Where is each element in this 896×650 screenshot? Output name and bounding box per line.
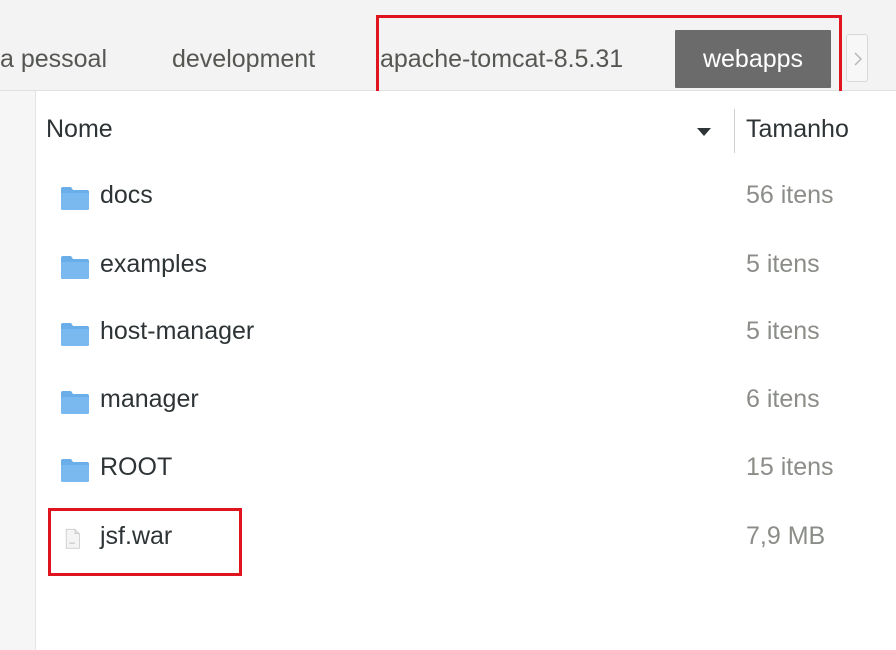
folder-icon [61, 391, 89, 414]
file-row-root[interactable]: ROOT 15 itens [36, 435, 896, 503]
folder-icon [61, 323, 89, 346]
sidebar-item-fragment[interactable] [0, 531, 10, 561]
folder-icon [61, 459, 89, 482]
file-row-examples[interactable]: examples 5 itens [36, 232, 896, 300]
file-name: host-manager [100, 317, 255, 345]
file-row-host-manager[interactable]: host-manager 5 itens [36, 299, 896, 367]
file-size: 6 itens [746, 385, 820, 413]
file-size: 56 itens [746, 181, 834, 209]
sort-down-icon[interactable] [696, 127, 712, 137]
path-bar: a pessoal development apache-tomcat-8.5.… [0, 10, 896, 91]
breadcrumb-development[interactable]: development [172, 30, 315, 88]
places-sidebar [0, 91, 36, 650]
window-top-strip [0, 0, 896, 10]
column-header-size[interactable]: Tamanho [746, 115, 849, 144]
file-size: 15 itens [746, 453, 834, 481]
file-manager-window: a pessoal development apache-tomcat-8.5.… [0, 0, 896, 650]
file-name: jsf.war [100, 522, 173, 550]
file-size: 5 itens [746, 317, 820, 345]
folder-icon [61, 187, 89, 210]
column-divider[interactable] [734, 109, 735, 153]
breadcrumb-next-button[interactable] [846, 34, 868, 82]
file-name: docs [100, 181, 153, 209]
breadcrumb-pessoal[interactable]: a pessoal [0, 30, 107, 88]
file-name: ROOT [100, 453, 173, 481]
folder-icon [61, 256, 89, 279]
file-row-jsf-war[interactable]: jsf.war 7,9 MB [36, 504, 896, 572]
file-icon [65, 528, 80, 549]
file-name: manager [100, 385, 199, 413]
file-size: 5 itens [746, 250, 820, 278]
chevron-right-icon [854, 52, 863, 66]
file-row-docs[interactable]: docs 56 itens [36, 163, 896, 231]
breadcrumb-webapps[interactable]: webapps [675, 30, 831, 88]
breadcrumb-apache-tomcat[interactable]: apache-tomcat-8.5.31 [380, 30, 623, 88]
column-header-name[interactable]: Nome [46, 115, 113, 144]
file-name: examples [100, 250, 207, 278]
file-size: 7,9 MB [746, 522, 826, 550]
column-header: Nome Tamanho [36, 91, 896, 167]
file-row-manager[interactable]: manager 6 itens [36, 367, 896, 435]
